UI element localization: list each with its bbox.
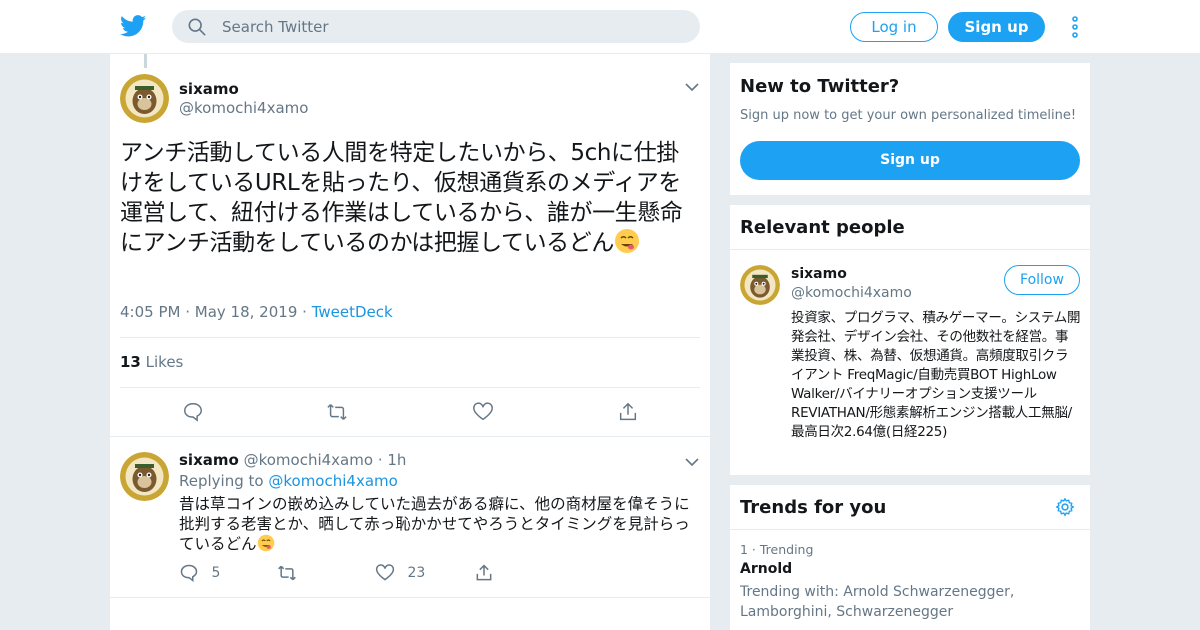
signup-card: New to Twitter? Sign up now to get your … (730, 63, 1090, 195)
likes-count: 13 (120, 353, 141, 371)
retweet-action[interactable] (277, 563, 297, 585)
reply-icon (180, 564, 198, 583)
reply-age[interactable]: 1h (387, 451, 406, 469)
divider (120, 337, 700, 338)
reply-author-handle[interactable]: @komochi4xamo (244, 451, 373, 469)
reply-text: 昔は草コインの嵌め込みしていた過去がある癖に、他の商材屋を偉そうに批判する老害と… (179, 494, 694, 554)
divider (730, 529, 1090, 530)
top-navigation-bar: Search Twitter Log in Sign up (0, 0, 1200, 54)
more-icon[interactable] (1068, 15, 1082, 39)
follow-button[interactable]: Follow (1004, 265, 1080, 295)
tweet-author-name[interactable]: sixamo (179, 80, 239, 98)
signup-button[interactable]: Sign up (948, 12, 1045, 42)
reply-author-name[interactable]: sixamo (179, 451, 239, 469)
thread-connector (144, 54, 147, 68)
replying-to-link[interactable]: @komochi4xamo (268, 472, 397, 490)
replying-prefix: Replying to (179, 472, 264, 490)
relevant-people-title: Relevant people (740, 217, 905, 238)
sidebar-signup-button[interactable]: Sign up (740, 141, 1080, 180)
tweet-column: sixamo @komochi4xamo アンチ活動している人間を特定したいから… (110, 54, 710, 630)
likes-stat[interactable]: 13 Likes (120, 353, 183, 371)
person-name[interactable]: sixamo (791, 266, 847, 282)
gear-icon[interactable] (1055, 497, 1075, 517)
divider (730, 249, 1090, 250)
tweet-text-content: アンチ活動している人間を特定したいから、5chに仕掛けをしているURLを貼ったり… (120, 140, 683, 256)
like-icon[interactable] (472, 401, 494, 423)
search-input[interactable]: Search Twitter (222, 18, 329, 36)
like-action[interactable]: 23 (375, 563, 425, 585)
twitter-bird-icon[interactable] (120, 14, 146, 38)
emoji-yum-icon (614, 229, 639, 253)
avatar[interactable] (120, 452, 169, 501)
replying-to: Replying to @komochi4xamo (179, 472, 398, 490)
avatar[interactable] (120, 74, 169, 123)
chevron-down-icon[interactable] (685, 82, 699, 92)
search-box[interactable]: Search Twitter (172, 10, 700, 43)
reply-header: sixamo @komochi4xamo · 1h (179, 451, 407, 469)
trend-rank: 1 · Trending (740, 542, 814, 557)
reply-count: 5 (211, 565, 221, 581)
person-handle[interactable]: @komochi4xamo (791, 285, 912, 301)
reply-icon[interactable] (182, 401, 204, 423)
share-action[interactable] (474, 563, 494, 585)
avatar-image (120, 74, 169, 123)
search-icon (188, 18, 206, 36)
trend-related: Trending with: Arnold Schwarzenegger, La… (740, 584, 1015, 620)
avatar-image (120, 452, 169, 501)
reply-action[interactable]: 5 (179, 563, 220, 585)
likes-label: Likes (145, 353, 184, 371)
like-count: 23 (407, 565, 426, 581)
emoji-yum-icon (257, 534, 274, 552)
login-button[interactable]: Log in (850, 12, 938, 42)
retweet-icon[interactable] (326, 401, 348, 423)
avatar-image (740, 265, 780, 305)
person-bio: 投資家、プログラマ、積みゲーマー。システム開発会社、デザイン会社、その他数社を経… (791, 310, 1081, 440)
tweet-date[interactable]: May 18, 2019 (195, 303, 298, 321)
share-icon[interactable] (617, 401, 639, 423)
tweet-timestamp: 4:05 PM · May 18, 2019 · TweetDeck (120, 303, 393, 321)
retweet-icon (278, 565, 296, 581)
signup-card-subtitle: Sign up now to get your own personalized… (740, 108, 1077, 123)
signup-card-title: New to Twitter? (740, 76, 900, 97)
relevant-people-card: Relevant people sixamo @komochi4xamo Fol… (730, 205, 1090, 475)
divider (120, 387, 700, 388)
avatar[interactable] (740, 265, 780, 305)
trend-name[interactable]: Arnold (740, 561, 792, 577)
tweet-text: アンチ活動している人間を特定したいから、5chに仕掛けをしているURLを貼ったり… (120, 138, 700, 258)
like-icon (375, 564, 395, 581)
chevron-down-icon[interactable] (685, 457, 699, 467)
tweet-time[interactable]: 4:05 PM (120, 303, 180, 321)
reply-tweet[interactable]: sixamo @komochi4xamo · 1h Replying to @k… (110, 436, 710, 598)
trends-title: Trends for you (740, 497, 887, 518)
share-icon (476, 564, 492, 581)
tweet-source-link[interactable]: TweetDeck (312, 303, 393, 321)
trends-card: Trends for you 1 · Trending Arnold Trend… (730, 485, 1090, 630)
tweet-author-handle[interactable]: @komochi4xamo (179, 99, 308, 117)
